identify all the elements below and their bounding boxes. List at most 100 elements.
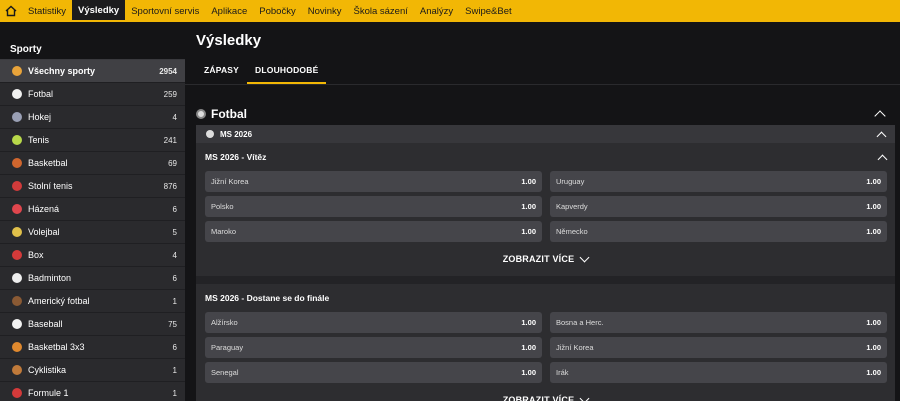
sidebar-item-count: 4: [172, 112, 177, 122]
basketball-icon: [12, 158, 22, 168]
sidebar-item[interactable]: Všechny sporty 2954: [0, 60, 185, 83]
nav-item[interactable]: Novinky: [302, 0, 348, 22]
sidebar-item[interactable]: Házená 6: [0, 198, 185, 221]
nav-item[interactable]: Statistiky: [22, 0, 72, 22]
odds-button[interactable]: Irák 1.00: [550, 362, 887, 383]
collapse-icon[interactable]: [876, 131, 887, 141]
sidebar-item-label: Cyklistika: [28, 365, 67, 375]
odds-button[interactable]: Německo 1.00: [550, 221, 887, 242]
sidebar-item[interactable]: Americký fotbal 1: [0, 290, 185, 313]
odds-button[interactable]: Bosna a Herc. 1.00: [550, 312, 887, 333]
sidebar-item[interactable]: Basketbal 69: [0, 152, 185, 175]
sidebar-item-label: Badminton: [28, 273, 72, 283]
odds-value: 1.00: [521, 177, 536, 186]
odds-button[interactable]: Kapverdy 1.00: [550, 196, 887, 217]
sidebar-item[interactable]: Volejbal 5: [0, 221, 185, 244]
home-icon[interactable]: [0, 0, 22, 22]
sidebar-item[interactable]: Box 4: [0, 244, 185, 267]
football-icon: [206, 130, 214, 138]
sidebar-item-label: Stolní tenis: [28, 181, 73, 191]
odds-value: 1.00: [866, 202, 881, 211]
market-title[interactable]: MS 2026 - Dostane se do finále: [196, 284, 895, 312]
tabs-divider: [185, 84, 900, 85]
nav-item[interactable]: Analýzy: [414, 0, 459, 22]
odds-value: 1.00: [521, 227, 536, 236]
volleyball-icon: [12, 227, 22, 237]
top-nav: Statistiky Výsledky Sportovní servis Aplika…: [0, 0, 900, 22]
odds-button[interactable]: Jižní Korea 1.00: [550, 337, 887, 358]
sidebar-item-count: 2954: [159, 66, 177, 76]
nav-item[interactable]: Swipe&Bet: [459, 0, 517, 22]
odds-button[interactable]: Uruguay 1.00: [550, 171, 887, 192]
odds-value: 1.00: [866, 318, 881, 327]
sidebar-item[interactable]: Cyklistika 1: [0, 359, 185, 382]
show-more-button[interactable]: ZOBRAZIT VÍCE: [196, 383, 895, 401]
sidebar-item-count: 69: [168, 158, 177, 168]
odds-value: 1.00: [521, 343, 536, 352]
show-more-button[interactable]: ZOBRAZIT VÍCE: [196, 242, 895, 276]
sport-header[interactable]: Fotbal: [196, 104, 890, 124]
market-title[interactable]: MS 2026 - Vítěz: [196, 143, 895, 171]
show-more-label: ZOBRAZIT VÍCE: [502, 395, 575, 401]
competition-header[interactable]: MS 2026: [196, 125, 895, 143]
sidebar-item-label: Baseball: [28, 319, 63, 329]
sidebar-item[interactable]: Badminton 6: [0, 267, 185, 290]
odds-button[interactable]: Polsko 1.00: [205, 196, 542, 217]
sidebar-item[interactable]: Baseball 75: [0, 313, 185, 336]
odds-label: Polsko: [211, 202, 234, 211]
odds-label: Německo: [556, 227, 588, 236]
show-more-label: ZOBRAZIT VÍCE: [502, 254, 575, 264]
market-section: MS 2026 - Vítěz Jižní Korea 1.00 Uruguay 1.0…: [196, 143, 895, 276]
market-separator: [196, 276, 895, 284]
sidebar-item-label: Box: [28, 250, 44, 260]
odds-button[interactable]: Jižní Korea 1.00: [205, 171, 542, 192]
sidebar-item[interactable]: Basketbal 3x3 6: [0, 336, 185, 359]
sport-title: Fotbal: [211, 107, 247, 121]
sidebar-item-label: Formule 1: [28, 388, 69, 398]
sidebar-heading: Sporty: [0, 22, 185, 60]
sidebar-item[interactable]: Hokej 4: [0, 106, 185, 129]
collapse-icon[interactable]: [874, 110, 886, 122]
basketball-3x3-icon: [12, 342, 22, 352]
competition-panel: MS 2026 MS 2026 - Vítěz Jižní Korea 1.00 Ur…: [196, 125, 895, 401]
sidebar-item-label: Fotbal: [28, 89, 54, 99]
odds-value: 1.00: [521, 202, 536, 211]
sidebar-item[interactable]: Formule 1 1: [0, 382, 185, 401]
formula-1-icon: [12, 388, 22, 398]
nav-item[interactable]: Škola sázení: [348, 0, 414, 22]
baseball-icon: [12, 319, 22, 329]
sidebar-item-count: 6: [172, 273, 177, 283]
football-icon: [12, 89, 22, 99]
odds-label: Maroko: [211, 227, 237, 236]
nav-item[interactable]: Výsledky: [72, 0, 126, 22]
market-title-text: MS 2026 - Vítěz: [205, 152, 267, 162]
sidebar-item-label: Hokej: [28, 112, 52, 122]
odds-label: Senegal: [211, 368, 239, 377]
odds-grid: Jižní Korea 1.00 Uruguay 1.00 Polsko 1.00 Kapv…: [196, 171, 895, 242]
handball-icon: [12, 204, 22, 214]
odds-label: Kapverdy: [556, 202, 588, 211]
sidebar-item[interactable]: Fotbal 259: [0, 83, 185, 106]
sidebar-item-count: 259: [163, 89, 177, 99]
odds-button[interactable]: Maroko 1.00: [205, 221, 542, 242]
all-sports-icon: [12, 66, 22, 76]
odds-label: Jižní Korea: [211, 177, 249, 186]
sidebar-item-count: 1: [172, 388, 177, 398]
results-tabs: ZÁPASY DLOUHODOBÉ: [196, 60, 327, 84]
odds-label: Jižní Korea: [556, 343, 594, 352]
tab[interactable]: ZÁPASY: [196, 60, 247, 84]
odds-button[interactable]: Alžírsko 1.00: [205, 312, 542, 333]
odds-button[interactable]: Senegal 1.00: [205, 362, 542, 383]
nav-item[interactable]: Aplikace: [205, 0, 253, 22]
market-title-text: MS 2026 - Dostane se do finále: [205, 293, 330, 303]
sidebar-item[interactable]: Stolní tenis 876: [0, 175, 185, 198]
nav-item[interactable]: Sportovní servis: [125, 0, 205, 22]
nav-item[interactable]: Pobočky: [253, 0, 301, 22]
sidebar-item[interactable]: Tenis 241: [0, 129, 185, 152]
tab[interactable]: DLOUHODOBÉ: [247, 60, 327, 84]
main-content: Výsledky ZÁPASY DLOUHODOBÉ Fotbal MS 2026…: [185, 22, 900, 401]
collapse-icon[interactable]: [877, 154, 888, 164]
odds-button[interactable]: Paraguay 1.00: [205, 337, 542, 358]
odds-value: 1.00: [521, 318, 536, 327]
sidebar-item-label: Basketbal 3x3: [28, 342, 85, 352]
